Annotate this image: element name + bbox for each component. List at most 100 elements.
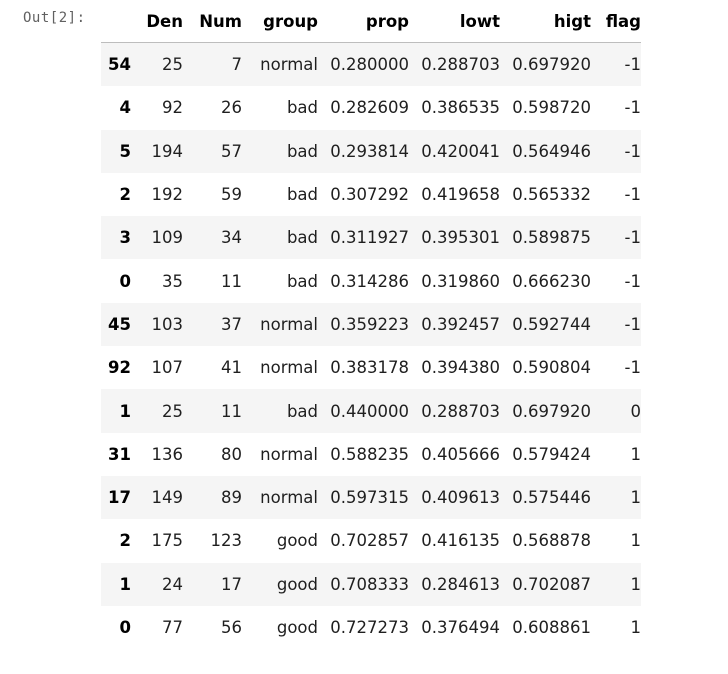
cell-den: 77 bbox=[162, 618, 183, 637]
cell-group: bad bbox=[286, 141, 318, 161]
row-index: 0 bbox=[119, 618, 131, 637]
cell-den: 24 bbox=[162, 574, 183, 594]
cell-higt: 0.608861 bbox=[512, 618, 591, 637]
cell-num: 59 bbox=[221, 185, 242, 205]
cell-prop: 0.597315 bbox=[330, 488, 409, 508]
cell-den: 35 bbox=[162, 271, 183, 291]
cell-group: bad bbox=[286, 271, 318, 291]
row-index: 17 bbox=[108, 488, 131, 508]
cell-prop: 0.383178 bbox=[330, 358, 409, 378]
cell-num: 7 bbox=[231, 55, 243, 75]
cell-prop: 0.588235 bbox=[330, 444, 409, 464]
header-flag: flag bbox=[591, 0, 641, 43]
cell-lowt: 0.419658 bbox=[421, 185, 500, 205]
cell-prop: 0.359223 bbox=[330, 314, 409, 334]
cell-prop: 0.307292 bbox=[330, 185, 409, 205]
row-index: 1 bbox=[119, 574, 131, 594]
cell-group: normal bbox=[260, 314, 318, 334]
cell-den: 136 bbox=[151, 444, 184, 464]
cell-group: bad bbox=[286, 228, 318, 248]
cell-flag: 1 bbox=[630, 618, 642, 637]
cell-flag: -1 bbox=[624, 358, 641, 378]
cell-higt: 0.575446 bbox=[512, 488, 591, 508]
cell-higt: 0.564946 bbox=[512, 141, 591, 161]
table-row: 0 77 56 good 0.727273 0.376494 0.608861 1 bbox=[101, 605, 642, 650]
row-index: 2 bbox=[119, 531, 131, 551]
cell-den: 25 bbox=[162, 55, 183, 75]
cell-lowt: 0.376494 bbox=[421, 618, 500, 637]
cell-num: 123 bbox=[210, 531, 243, 551]
table-row: 92 107 41 normal 0.383178 0.394380 0.590804 -1 bbox=[101, 346, 641, 390]
table-header: Den Num group prop lowt higt flag bbox=[101, 0, 641, 43]
cell-group: good bbox=[276, 531, 318, 551]
cell-den: 92 bbox=[162, 98, 183, 118]
cell-lowt: 0.409613 bbox=[421, 488, 500, 508]
table-row: 2 192 59 bad 0.307292 0.419658 0.565332 -1 bbox=[101, 172, 641, 217]
row-index: 5 bbox=[119, 141, 131, 161]
cell-higt: 0.702087 bbox=[512, 574, 591, 594]
table-row: 17 149 89 normal 0.597315 0.409613 0.575446 1 bbox=[101, 475, 641, 520]
cell-higt: 0.579424 bbox=[512, 444, 591, 464]
header-num: Num bbox=[183, 0, 242, 43]
output-prompt: Out[2]: bbox=[23, 10, 86, 26]
header-index bbox=[101, 0, 131, 43]
row-index: 92 bbox=[108, 358, 131, 378]
cell-higt: 0.568878 bbox=[512, 531, 591, 551]
cell-flag: 1 bbox=[630, 574, 642, 594]
cell-group: normal bbox=[260, 55, 318, 75]
cell-group: normal bbox=[260, 444, 318, 464]
cell-prop: 0.282609 bbox=[330, 98, 409, 118]
row-index: 31 bbox=[108, 444, 131, 464]
cell-den: 192 bbox=[151, 185, 184, 205]
header-row: Den Num group prop lowt higt flag bbox=[101, 0, 641, 43]
cell-flag: -1 bbox=[624, 271, 641, 291]
cell-prop: 0.293814 bbox=[330, 141, 409, 161]
table-row: 0 35 11 bad 0.314286 0.319860 0.666230 -1 bbox=[101, 259, 641, 303]
cell-num: 17 bbox=[221, 574, 242, 594]
cell-num: 89 bbox=[221, 488, 242, 508]
cell-num: 37 bbox=[221, 314, 242, 334]
cell-prop: 0.440000 bbox=[330, 401, 409, 421]
cell-prop: 0.311927 bbox=[330, 228, 409, 248]
cell-flag: -1 bbox=[624, 314, 641, 334]
cell-group: normal bbox=[260, 358, 318, 378]
table-row: 3 109 34 bad 0.311927 0.395301 0.589875 -1 bbox=[101, 216, 641, 260]
cell-lowt: 0.288703 bbox=[421, 55, 500, 75]
cell-lowt: 0.395301 bbox=[421, 228, 500, 248]
cell-flag: -1 bbox=[624, 185, 641, 205]
header-higt: higt bbox=[500, 0, 591, 43]
table-row: 4 92 26 bad 0.282609 0.386535 0.598720 -1 bbox=[101, 86, 641, 130]
cell-prop: 0.702857 bbox=[330, 531, 409, 551]
cell-lowt: 0.394380 bbox=[421, 358, 500, 378]
cell-lowt: 0.405666 bbox=[421, 444, 500, 464]
cell-higt: 0.697920 bbox=[512, 55, 591, 75]
row-index: 45 bbox=[108, 314, 131, 334]
cell-higt: 0.589875 bbox=[512, 228, 591, 248]
cell-num: 34 bbox=[221, 228, 242, 248]
cell-lowt: 0.288703 bbox=[421, 401, 500, 421]
cell-flag: 1 bbox=[630, 444, 642, 464]
cell-flag: -1 bbox=[624, 98, 641, 118]
table-row: 5 194 57 bad 0.293814 0.420041 0.564946 -1 bbox=[101, 129, 641, 173]
cell-den: 194 bbox=[151, 141, 184, 161]
cell-den: 103 bbox=[151, 314, 184, 334]
cell-flag: -1 bbox=[624, 55, 641, 75]
cell-den: 107 bbox=[151, 358, 184, 378]
table-row: 2 175 123 good 0.702857 0.416135 0.568878 1 bbox=[101, 519, 641, 563]
cell-lowt: 0.284613 bbox=[421, 574, 500, 594]
cell-higt: 0.666230 bbox=[512, 271, 591, 291]
cell-group: bad bbox=[286, 185, 318, 205]
cell-group: bad bbox=[286, 98, 318, 118]
cell-prop: 0.314286 bbox=[330, 271, 409, 291]
header-prop: prop bbox=[318, 0, 409, 43]
row-index: 1 bbox=[119, 401, 131, 421]
table-row: 54 25 7 normal 0.280000 0.288703 0.697920 -1 bbox=[101, 42, 641, 87]
cell-num: 56 bbox=[221, 618, 242, 637]
row-index: 0 bbox=[119, 271, 131, 291]
header-den: Den bbox=[131, 0, 183, 43]
table-row: 31 136 80 normal 0.588235 0.405666 0.579424 1 bbox=[101, 432, 642, 476]
cell-group: good bbox=[276, 618, 318, 637]
cell-prop: 0.280000 bbox=[330, 55, 409, 75]
cell-num: 80 bbox=[221, 444, 242, 464]
table-body: 54 25 7 normal 0.280000 0.288703 0.697920 -1 4 92… bbox=[101, 42, 642, 650]
